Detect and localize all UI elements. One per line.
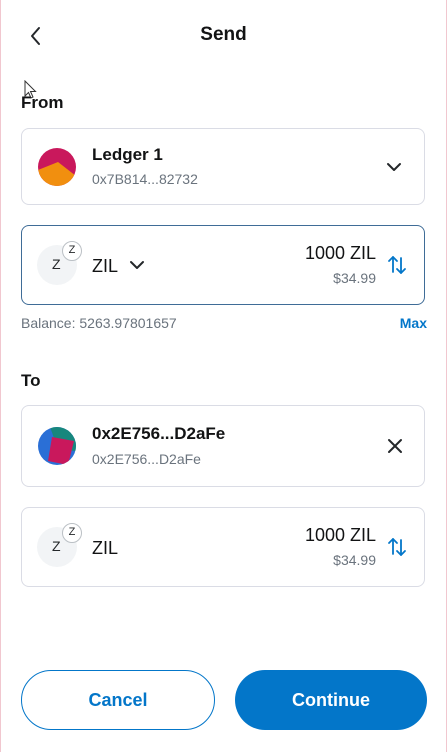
token-network-badge: Z bbox=[62, 241, 82, 261]
amount-value[interactable]: 1000 ZIL bbox=[305, 243, 376, 264]
fiat-value: $34.99 bbox=[333, 552, 376, 568]
close-icon[interactable] bbox=[386, 437, 404, 455]
account-address: 0x7B814...82732 bbox=[92, 171, 198, 187]
token-symbol: ZIL bbox=[92, 538, 119, 558]
from-asset-input[interactable]: Z Z ZIL 1000 ZIL $34.99 bbox=[21, 225, 425, 305]
cancel-button[interactable]: Cancel bbox=[21, 670, 215, 730]
token-icon: Z Z bbox=[37, 241, 82, 285]
swap-vertical-icon[interactable] bbox=[386, 254, 408, 276]
amount-value: 1000 ZIL bbox=[304, 525, 376, 545]
balance-text: Balance: 5263.97801657 bbox=[21, 315, 177, 331]
token-symbol: ZIL bbox=[92, 256, 119, 276]
swap-vertical-icon[interactable] bbox=[386, 536, 408, 558]
max-button[interactable]: Max bbox=[400, 315, 427, 331]
chevron-down-icon[interactable] bbox=[384, 157, 404, 177]
to-asset-input[interactable]: Z Z ZIL 1000 ZIL $34.99 bbox=[21, 507, 425, 587]
token-icon-letter: Z bbox=[52, 538, 61, 554]
token-icon: Z Z bbox=[37, 523, 82, 567]
fiat-value: $34.99 bbox=[333, 270, 376, 286]
to-label: To bbox=[21, 371, 41, 390]
from-label: From bbox=[21, 93, 64, 112]
recipient-card[interactable]: 0x2E756...D2aFe 0x2E756...D2aFe bbox=[21, 405, 425, 487]
recipient-avatar bbox=[38, 427, 76, 465]
chevron-down-icon[interactable] bbox=[128, 256, 146, 274]
page-title: Send bbox=[200, 24, 247, 45]
token-icon-letter: Z bbox=[52, 256, 61, 272]
account-avatar bbox=[38, 148, 76, 186]
token-network-badge: Z bbox=[62, 523, 82, 543]
from-account-selector[interactable]: Ledger 1 0x7B814...82732 bbox=[21, 128, 425, 205]
recipient-name: 0x2E756...D2aFe bbox=[92, 424, 226, 443]
account-name: Ledger 1 bbox=[92, 145, 163, 164]
continue-button[interactable]: Continue bbox=[235, 670, 427, 730]
window-edge-left bbox=[0, 0, 1, 752]
header: Send bbox=[0, 0, 447, 70]
recipient-address: 0x2E756...D2aFe bbox=[92, 451, 201, 467]
